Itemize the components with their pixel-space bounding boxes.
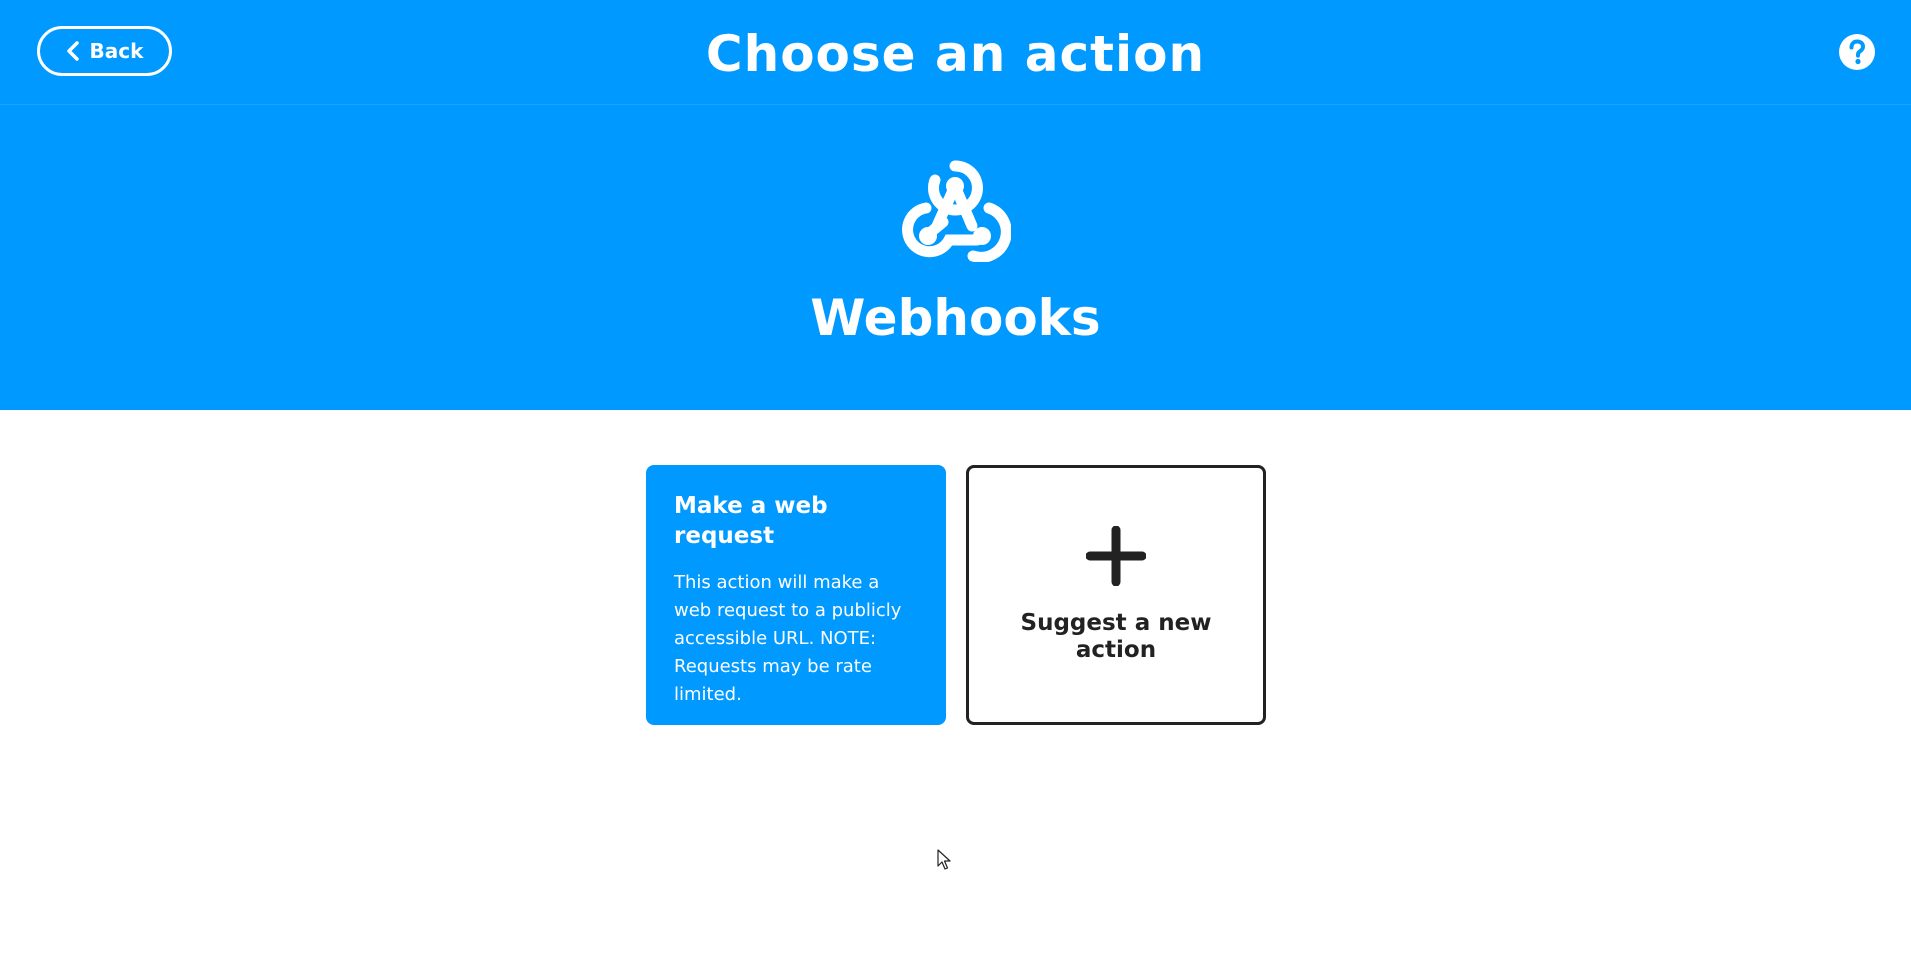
plus-icon — [1086, 526, 1146, 586]
action-card-title: Make a web request — [674, 493, 828, 549]
webhooks-icon — [902, 160, 1011, 262]
top-bar: Back Choose an action — [0, 0, 1911, 105]
service-name: Webhooks — [810, 289, 1101, 347]
mouse-cursor-icon — [937, 849, 951, 870]
service-hero: Webhooks — [0, 105, 1911, 410]
action-card-make-web-request[interactable]: Make a web request This action will make… — [646, 465, 946, 725]
suggest-new-action-label: Suggest a new action — [1020, 610, 1212, 663]
page-title: Choose an action — [705, 25, 1206, 83]
help-icon[interactable] — [1838, 33, 1876, 71]
suggest-new-action-card[interactable]: Suggest a new action — [966, 465, 1266, 725]
action-card-description: This action will make a web request to a… — [674, 572, 902, 705]
